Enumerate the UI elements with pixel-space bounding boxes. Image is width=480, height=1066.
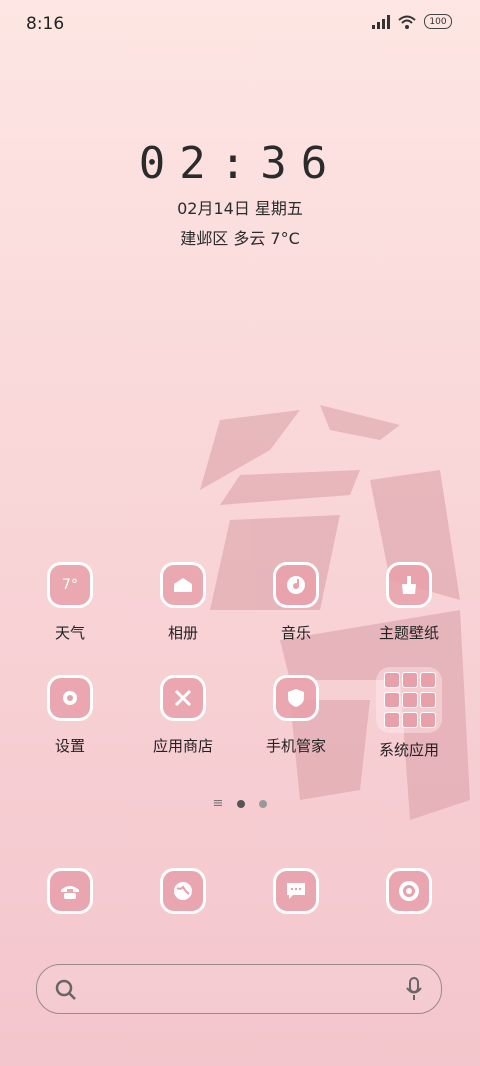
messages-icon bbox=[273, 868, 319, 914]
status-time: 8:16 bbox=[26, 14, 65, 34]
page-dot-active[interactable] bbox=[237, 799, 246, 808]
camera-icon bbox=[386, 868, 432, 914]
app-label: 音乐 bbox=[280, 624, 311, 642]
mini-app-icon bbox=[384, 712, 400, 728]
page-dot[interactable] bbox=[259, 799, 268, 808]
dock-browser[interactable] bbox=[133, 868, 233, 914]
mini-app-icon bbox=[420, 692, 436, 708]
signal-icon bbox=[372, 14, 390, 29]
mini-app-icon bbox=[384, 692, 400, 708]
app-gallery[interactable]: 相册 bbox=[133, 562, 233, 643]
page-indicator[interactable]: ≡ bbox=[0, 796, 480, 811]
status-bar: 8:16 100 bbox=[0, 0, 480, 50]
folder-icon bbox=[376, 667, 442, 733]
app-label: 天气 bbox=[54, 624, 85, 642]
app-store[interactable]: 应用商店 bbox=[133, 675, 233, 756]
microphone-icon[interactable] bbox=[405, 977, 423, 1001]
security-icon bbox=[273, 675, 319, 721]
music-icon bbox=[273, 562, 319, 608]
app-label: 设置 bbox=[54, 737, 85, 755]
search-icon[interactable] bbox=[55, 979, 77, 1001]
mini-app-icon bbox=[402, 692, 418, 708]
mini-app-icon bbox=[402, 712, 418, 728]
menu-lines-icon[interactable]: ≡ bbox=[213, 796, 224, 811]
app-security[interactable]: 手机管家 bbox=[246, 675, 346, 756]
system-icons: 100 bbox=[372, 14, 452, 29]
mini-app-icon bbox=[420, 712, 436, 728]
clock-widget[interactable]: 02:36 02月14日 星期五 建邺区 多云 7°C bbox=[0, 138, 480, 249]
dock-phone[interactable] bbox=[20, 868, 120, 914]
battery-indicator: 100 bbox=[424, 14, 452, 29]
app-weather[interactable]: 7° 天气 bbox=[20, 562, 120, 643]
app-label: 系统应用 bbox=[378, 741, 439, 759]
gallery-icon bbox=[160, 562, 206, 608]
app-label: 主题壁纸 bbox=[378, 624, 439, 642]
browser-icon bbox=[160, 868, 206, 914]
app-label: 相册 bbox=[167, 624, 198, 642]
clock-date: 02月14日 星期五 bbox=[177, 199, 303, 218]
app-store-icon bbox=[160, 675, 206, 721]
clock-time: 02:36 bbox=[138, 138, 342, 189]
app-folder-system[interactable]: 系统应用 bbox=[359, 667, 459, 760]
app-settings[interactable]: 设置 bbox=[20, 675, 120, 756]
dock-messages[interactable] bbox=[246, 868, 346, 914]
phone-icon bbox=[47, 868, 93, 914]
app-label: 手机管家 bbox=[265, 737, 326, 755]
settings-icon bbox=[47, 675, 93, 721]
weather-icon: 7° bbox=[47, 562, 93, 608]
search-bar[interactable] bbox=[36, 964, 442, 1014]
app-theme[interactable]: 主题壁纸 bbox=[359, 562, 459, 643]
app-label: 应用商店 bbox=[152, 737, 213, 755]
mini-app-icon bbox=[402, 672, 418, 688]
mini-app-icon bbox=[420, 672, 436, 688]
mini-app-icon bbox=[384, 672, 400, 688]
theme-icon bbox=[386, 562, 432, 608]
wifi-icon bbox=[398, 15, 416, 29]
weather-temp: 7° bbox=[62, 577, 78, 593]
dock-camera[interactable] bbox=[359, 868, 459, 914]
app-music[interactable]: 音乐 bbox=[246, 562, 346, 643]
clock-weather: 建邺区 多云 7°C bbox=[180, 229, 300, 248]
